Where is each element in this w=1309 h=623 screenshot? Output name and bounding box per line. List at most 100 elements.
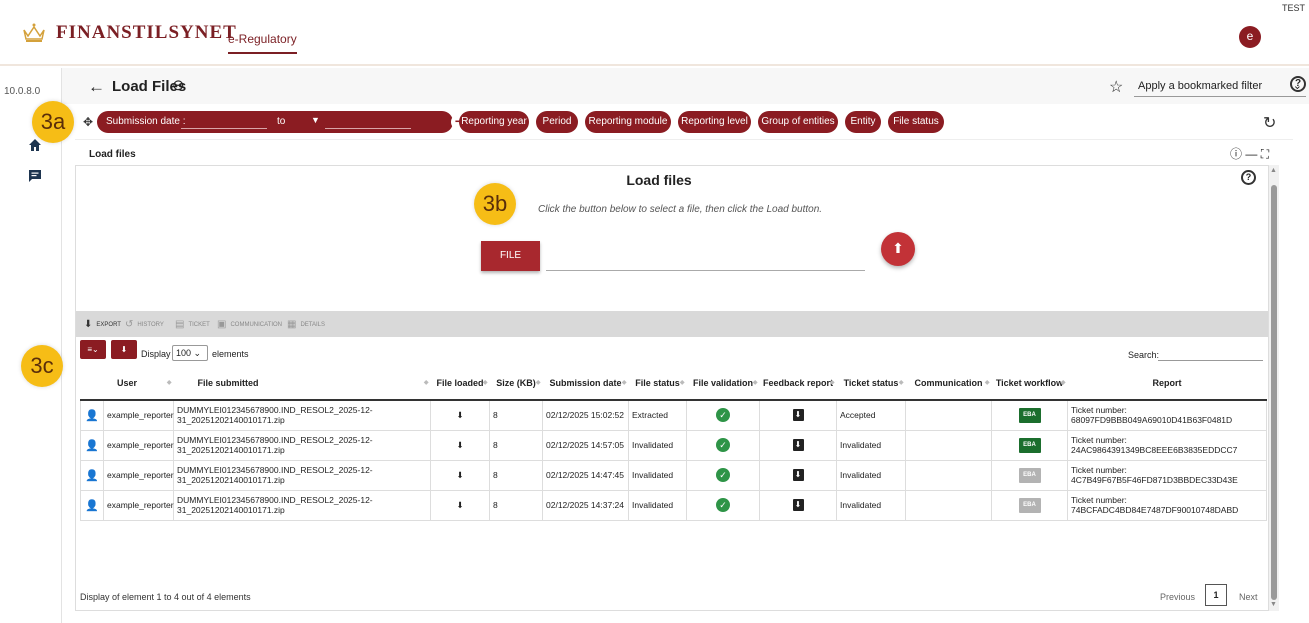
scroll-down-icon[interactable]: ▼ bbox=[1270, 601, 1277, 608]
col-ticket-workflow[interactable]: Ticket workflow ◆ bbox=[991, 367, 1068, 401]
download-icon[interactable]: ⬇ bbox=[456, 440, 463, 450]
download-icon[interactable]: ⬇ bbox=[456, 500, 463, 510]
submission-date-cell: 02/12/2025 14:57:05 bbox=[542, 429, 630, 461]
communication-button[interactable]: ▣ COMMUNICATION bbox=[217, 319, 282, 330]
filter-reporting-module[interactable]: Reporting module bbox=[585, 111, 671, 133]
page-size-select[interactable]: 100 ⌄ bbox=[172, 345, 208, 361]
file-status-cell: Extracted bbox=[628, 399, 688, 431]
link-icon[interactable]: ⊖ bbox=[172, 76, 185, 94]
fullscreen-icon[interactable]: ⛶ bbox=[1261, 147, 1269, 161]
details-button[interactable]: ▦ DETAILS bbox=[287, 319, 325, 330]
filter-reporting-year[interactable]: Reporting year bbox=[459, 111, 529, 133]
col-file-status[interactable]: File status ◆ bbox=[628, 367, 687, 401]
feedback-report-icon[interactable]: ⬇ bbox=[792, 439, 804, 451]
refresh-icon[interactable]: ↻ bbox=[1263, 113, 1276, 133]
star-icon[interactable]: ☆ bbox=[1109, 77, 1123, 97]
section-title: Load files bbox=[89, 149, 136, 160]
file-submitted-cell: DUMMYLEI012345678900.IND_RESOL2_2025-12-… bbox=[173, 429, 432, 461]
col-file-submitted-label: File submitted bbox=[197, 378, 259, 388]
eba-workflow-icon[interactable]: EBA bbox=[1018, 407, 1041, 423]
bookmark-filter-select[interactable]: Apply a bookmarked filter ⌄ bbox=[1134, 77, 1306, 97]
col-user[interactable]: User ◆ bbox=[80, 367, 174, 401]
upload-button[interactable]: ⬆ bbox=[881, 232, 915, 266]
download-icon[interactable]: ⬇ bbox=[456, 410, 463, 420]
search-input[interactable] bbox=[1158, 360, 1263, 361]
caret-down-icon[interactable]: ▼ bbox=[311, 115, 320, 125]
col-size-label: Size (KB) bbox=[496, 378, 536, 388]
history-button[interactable]: ↺ HISTORY bbox=[125, 319, 164, 330]
column-chooser-button[interactable]: ≡⌄ bbox=[80, 340, 106, 359]
size-cell: 8 bbox=[489, 399, 544, 431]
help-icon[interactable]: ⓘ bbox=[1230, 147, 1242, 161]
table-row[interactable]: 👤 example_reporter DUMMYLEI012345678900.… bbox=[80, 459, 1268, 491]
download-icon[interactable]: ⬇ bbox=[456, 470, 463, 480]
sort-icon: ◆ bbox=[984, 380, 990, 386]
col-file-loaded[interactable]: File loaded ◆ bbox=[430, 367, 490, 401]
avatar[interactable]: e bbox=[1239, 26, 1261, 48]
eba-workflow-icon[interactable]: EBA bbox=[1018, 437, 1041, 453]
file-name-line: DUMMYLEI012345678900.IND_RESOL2_2025-12- bbox=[177, 495, 373, 505]
minimize-icon[interactable]: — bbox=[1245, 147, 1257, 161]
submission-date-cell: 02/12/2025 14:37:24 bbox=[542, 489, 630, 521]
current-page-button[interactable]: 1 bbox=[1205, 584, 1227, 606]
submission-date-label: Submission date : bbox=[106, 116, 186, 127]
col-communication[interactable]: Communication ◆ bbox=[905, 367, 992, 401]
filter-entity[interactable]: Entity bbox=[845, 111, 881, 133]
date-from-input[interactable] bbox=[181, 115, 267, 129]
back-arrow-icon[interactable]: ← bbox=[88, 77, 105, 97]
ticket-label: TICKET bbox=[188, 321, 210, 328]
brand-logo[interactable]: FINANSTILSYNET bbox=[22, 22, 237, 44]
col-submission-date[interactable]: Submission date ◆ bbox=[542, 367, 629, 401]
col-feedback-report[interactable]: Feedback report ◆ bbox=[759, 367, 837, 401]
feedback-report-icon[interactable]: ⬇ bbox=[792, 409, 804, 422]
file-path-input[interactable] bbox=[546, 270, 865, 271]
col-file-submitted[interactable]: File submitted ◆ bbox=[173, 367, 431, 401]
ticket-label: Ticket number: bbox=[1071, 465, 1127, 475]
filter-period[interactable]: Period bbox=[536, 111, 578, 133]
crown-icon bbox=[23, 23, 45, 42]
app-link-e-regulatory[interactable]: e-Regulatory bbox=[228, 32, 297, 54]
col-file-validation[interactable]: File validation ◆ bbox=[686, 367, 760, 401]
feedback-report-icon[interactable]: ⬇ bbox=[792, 499, 804, 511]
submission-date-filter[interactable]: Submission date : to ▼ − bbox=[97, 111, 467, 133]
filter-group-of-entities[interactable]: Group of entities bbox=[758, 111, 838, 133]
grid-toolbar: ⬇ EXPORT ↺ HISTORY ▤ TICKET ▣ COMMUNICATION … bbox=[76, 311, 1268, 337]
eba-workflow-icon[interactable]: EBA bbox=[1018, 467, 1041, 483]
sort-icon: ◆ bbox=[423, 380, 429, 386]
col-report[interactable]: Report bbox=[1067, 367, 1267, 401]
scrollbar-thumb[interactable] bbox=[1271, 185, 1277, 600]
download-button[interactable]: ⬇ bbox=[111, 340, 137, 359]
col-ticket-workflow-label: Ticket workflow bbox=[995, 378, 1064, 388]
ticket-button[interactable]: ▤ TICKET bbox=[175, 319, 210, 330]
communication-cell bbox=[905, 429, 993, 461]
callout-3a: 3a bbox=[32, 101, 74, 143]
search-label: Search: bbox=[1128, 350, 1160, 360]
file-status-cell: Invalidated bbox=[628, 489, 688, 521]
export-button[interactable]: ⬇ EXPORT bbox=[84, 319, 121, 330]
help-icon[interactable]: ? bbox=[1290, 76, 1306, 92]
user-cell: example_reporter bbox=[102, 429, 175, 461]
table-row[interactable]: 👤 example_reporter DUMMYLEI012345678900.… bbox=[80, 399, 1268, 431]
filter-file-status[interactable]: File status bbox=[888, 111, 944, 133]
table-row[interactable]: 👤 example_reporter DUMMYLEI012345678900.… bbox=[80, 489, 1268, 521]
feedback-report-icon[interactable]: ⬇ bbox=[792, 469, 804, 481]
sort-icon: ◆ bbox=[898, 380, 904, 386]
col-ticket-status[interactable]: Ticket status ◆ bbox=[836, 367, 906, 401]
home-icon[interactable] bbox=[28, 138, 42, 152]
col-submission-date-label: Submission date bbox=[549, 378, 622, 388]
file-status-cell: Invalidated bbox=[628, 459, 688, 491]
date-to-input[interactable] bbox=[325, 115, 411, 129]
check-icon: ✓ bbox=[716, 408, 731, 423]
sort-icon: ◆ bbox=[829, 380, 835, 386]
drag-handle-icon[interactable]: ✥ bbox=[83, 115, 93, 129]
filter-reporting-level[interactable]: Reporting level bbox=[678, 111, 751, 133]
file-button[interactable]: FILE bbox=[481, 241, 540, 271]
eba-workflow-icon[interactable]: EBA bbox=[1018, 497, 1041, 513]
table-row[interactable]: 👤 example_reporter DUMMYLEI012345678900.… bbox=[80, 429, 1268, 461]
previous-page-link[interactable]: Previous bbox=[1160, 592, 1195, 602]
file-name-line: 31_20251202140010171.zip bbox=[177, 445, 285, 455]
col-size[interactable]: Size (KB) ◆ bbox=[489, 367, 543, 401]
file-submitted-cell: DUMMYLEI012345678900.IND_RESOL2_2025-12-… bbox=[173, 399, 432, 431]
next-page-link[interactable]: Next bbox=[1239, 592, 1258, 602]
sort-icon: ◆ bbox=[482, 380, 488, 386]
